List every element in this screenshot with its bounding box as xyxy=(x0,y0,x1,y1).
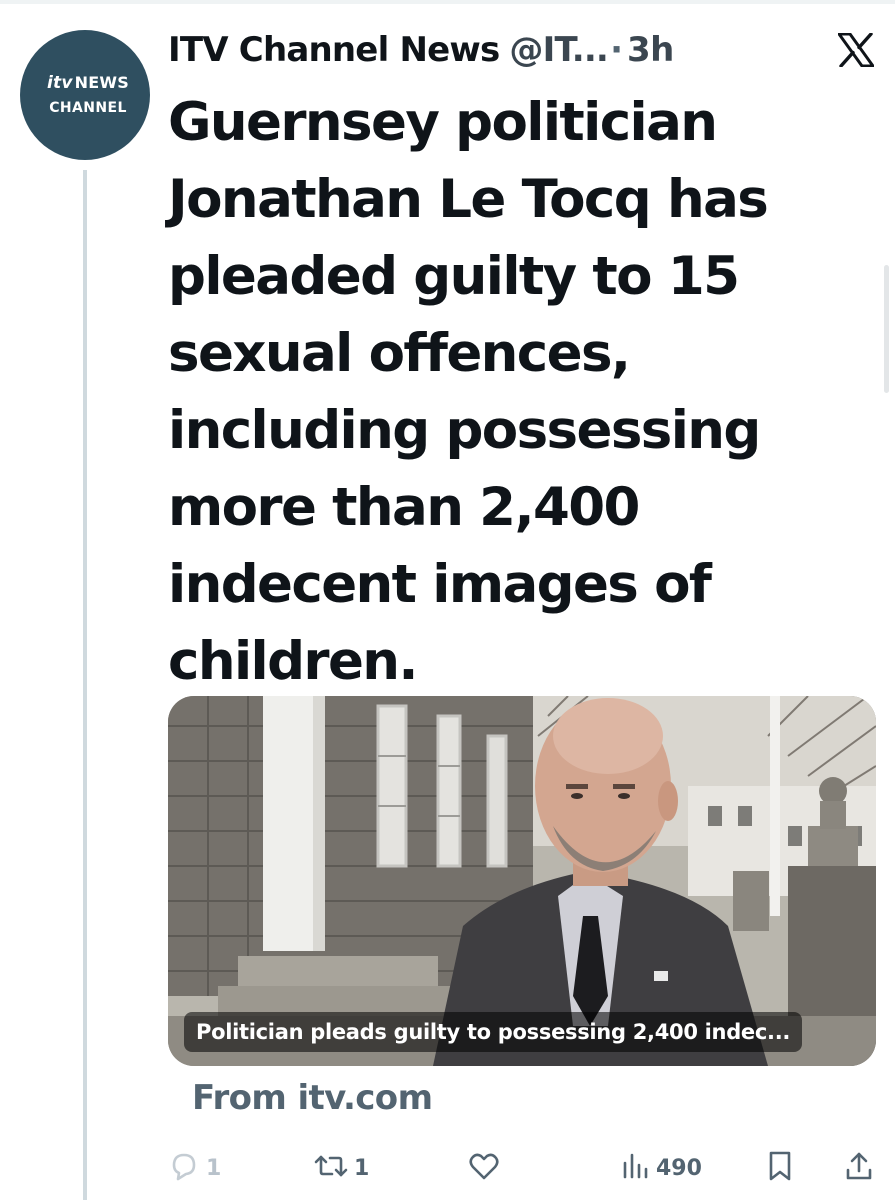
repost-count: 1 xyxy=(354,1155,370,1181)
action-bar: 1 1 490 xyxy=(168,1146,878,1190)
avatar[interactable]: itv NEWS CHANNEL xyxy=(20,30,150,160)
link-card[interactable]: Politician pleads guilty to possessing 2… xyxy=(168,696,876,1066)
avatar-logo-word: NEWS xyxy=(74,72,129,92)
repost-button[interactable]: 1 xyxy=(314,1146,369,1190)
bookmark-button[interactable] xyxy=(766,1146,794,1190)
display-name[interactable]: ITV Channel News xyxy=(168,30,500,70)
tweet-text-line: more than 2,400 xyxy=(168,477,640,538)
share-icon xyxy=(844,1150,874,1186)
like-icon xyxy=(468,1151,500,1185)
scrollbar[interactable] xyxy=(884,265,889,393)
like-button[interactable] xyxy=(468,1146,500,1190)
tweet-text-line: sexual offences, xyxy=(168,323,631,384)
repost-icon xyxy=(314,1152,348,1184)
thread-line xyxy=(83,170,87,1200)
tweet-text-line: pleaded guilty to 15 xyxy=(168,246,740,307)
reply-button[interactable]: 1 xyxy=(168,1146,221,1190)
tweet-text-line: Guernsey politician xyxy=(168,92,718,153)
tweet-text-line: indecent images of xyxy=(168,554,712,615)
x-logo-icon[interactable] xyxy=(837,32,875,68)
views-button[interactable]: 490 xyxy=(620,1146,702,1190)
avatar-logo: itv NEWS xyxy=(47,72,129,93)
header-separator: · xyxy=(610,30,623,70)
link-card-image xyxy=(168,696,876,1066)
tweet-header: ITV Channel News @IT... · 3h xyxy=(168,28,674,72)
tweet-text-line: Jonathan Le Tocq has xyxy=(168,169,769,230)
source-link[interactable]: From itv.com xyxy=(192,1078,433,1118)
tweet-text-line: children. xyxy=(168,631,419,692)
tweet-view: itv NEWS CHANNEL ITV Channel News @IT...… xyxy=(0,0,895,1200)
tweet-text: Guernsey politician Jonathan Le Tocq has… xyxy=(168,84,868,700)
avatar-logo-sub: CHANNEL xyxy=(49,99,127,116)
link-card-caption: Politician pleads guilty to possessing 2… xyxy=(184,1012,803,1052)
post-time[interactable]: 3h xyxy=(627,30,674,70)
bookmark-icon xyxy=(766,1150,794,1186)
tweet-text-line: including possessing xyxy=(168,400,761,461)
reply-icon xyxy=(168,1151,200,1185)
reply-count: 1 xyxy=(206,1155,222,1181)
top-divider xyxy=(0,0,895,4)
views-count: 490 xyxy=(656,1155,702,1181)
views-icon xyxy=(620,1151,650,1185)
user-handle[interactable]: @IT... xyxy=(509,30,608,70)
avatar-logo-prefix: itv xyxy=(47,72,73,93)
share-button[interactable] xyxy=(844,1146,874,1190)
